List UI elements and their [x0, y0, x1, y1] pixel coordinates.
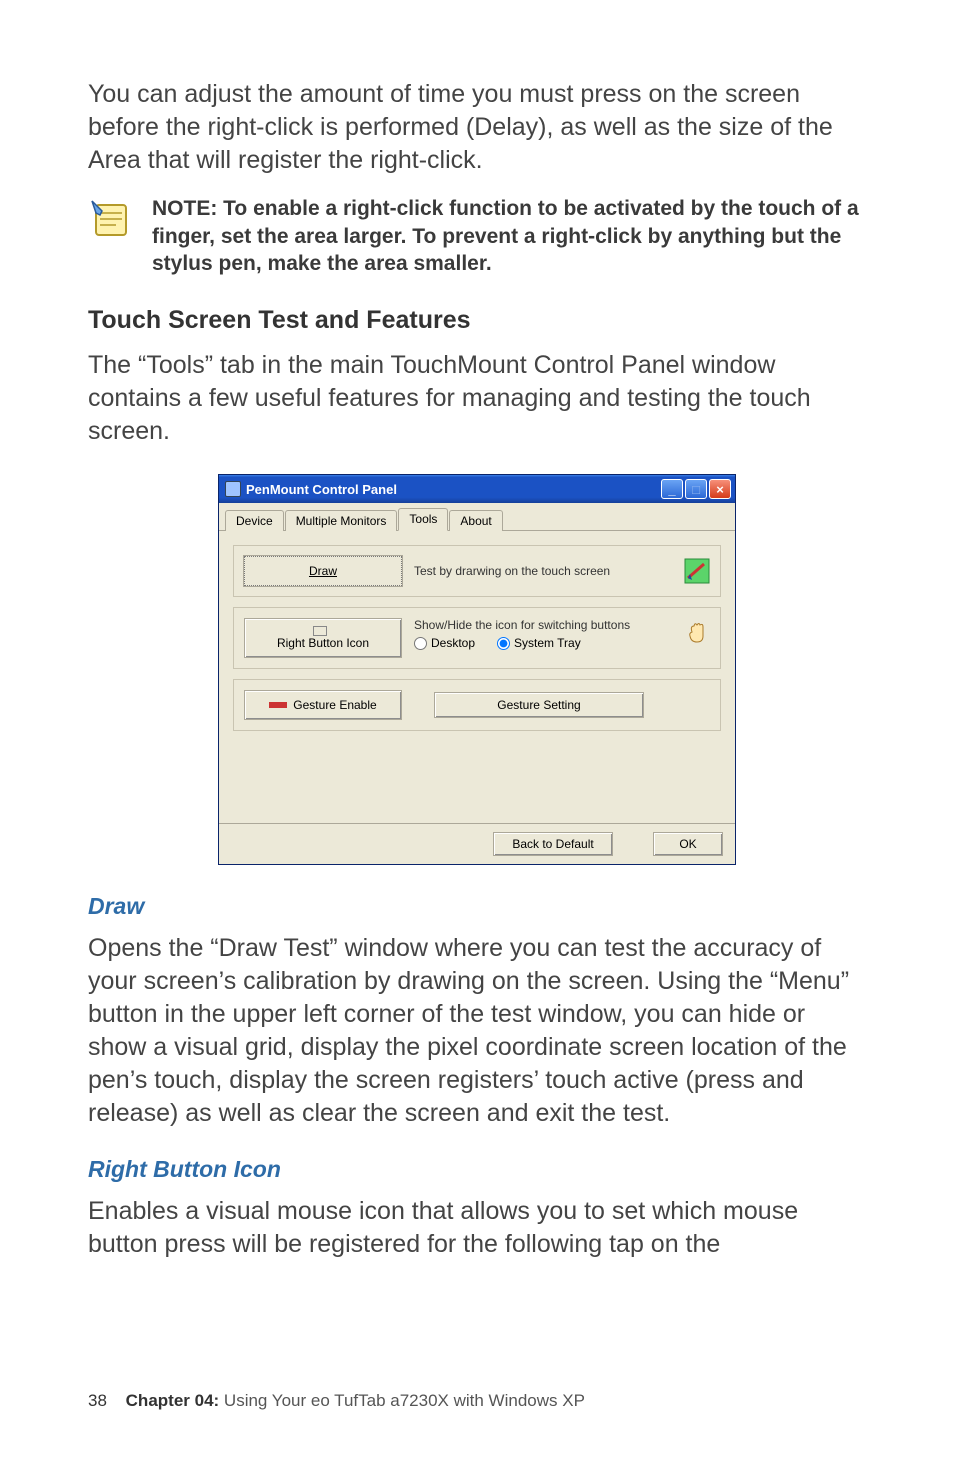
radio-system-tray[interactable]: System Tray: [497, 636, 581, 650]
page-footer: 38 Chapter 04: Using Your eo TufTab a723…: [88, 1391, 585, 1411]
note-text: NOTE: To enable a right-click function t…: [152, 195, 866, 278]
minimize-button[interactable]: _: [661, 479, 683, 499]
radio-desktop-input[interactable]: [414, 637, 427, 650]
rbi-paragraph: Enables a visual mouse icon that allows …: [88, 1195, 866, 1261]
tab-about[interactable]: About: [449, 510, 502, 531]
draw-button-label: Draw: [309, 564, 337, 578]
gesture-setting-button[interactable]: Gesture Setting: [434, 692, 644, 718]
gesture-enable-label: Gesture Enable: [293, 698, 376, 712]
back-to-default-button[interactable]: Back to Default: [493, 832, 613, 856]
gesture-row: Gesture Enable Gesture Setting: [233, 679, 721, 731]
window-footer: Back to Default OK: [219, 823, 735, 864]
note-block: NOTE: To enable a right-click function t…: [88, 195, 866, 278]
maximize-button: □: [685, 479, 707, 499]
radio-desktop[interactable]: Desktop: [414, 636, 475, 650]
draw-description: Test by drarwing on the touch screen: [414, 564, 672, 578]
draw-row: Draw Test by drarwing on the touch scree…: [233, 545, 721, 597]
window-title: PenMount Control Panel: [246, 482, 661, 497]
gesture-enable-button[interactable]: Gesture Enable: [244, 690, 402, 720]
titlebar: PenMount Control Panel _ □ ×: [219, 475, 735, 503]
radio-system-tray-label: System Tray: [514, 636, 581, 650]
window-mini-icon: [313, 626, 327, 636]
right-button-icon-label: Right Button Icon: [277, 636, 369, 650]
intro-paragraph: You can adjust the amount of time you mu…: [88, 78, 866, 177]
heading-right-button-icon: Right Button Icon: [88, 1156, 866, 1183]
heading-touch-screen-test: Touch Screen Test and Features: [88, 306, 866, 335]
app-icon: [225, 481, 241, 497]
tab-multiple-monitors[interactable]: Multiple Monitors: [285, 510, 398, 531]
ok-label: OK: [679, 837, 696, 851]
hand-icon: [684, 618, 710, 644]
right-button-icon-row: Right Button Icon Show/Hide the icon for…: [233, 607, 721, 669]
radio-system-tray-input[interactable]: [497, 637, 510, 650]
rbi-radio-group: Desktop System Tray: [414, 636, 672, 650]
panel-body: Draw Test by drarwing on the touch scree…: [219, 531, 735, 823]
tab-tools[interactable]: Tools: [398, 508, 448, 531]
note-icon: [88, 195, 142, 248]
tab-device[interactable]: Device: [225, 510, 284, 531]
ok-button[interactable]: OK: [653, 832, 723, 856]
touch-paragraph: The “Tools” tab in the main TouchMount C…: [88, 349, 866, 448]
close-button[interactable]: ×: [709, 479, 731, 499]
back-to-default-label: Back to Default: [512, 837, 593, 851]
draw-icon: [684, 558, 710, 584]
right-button-icon-button[interactable]: Right Button Icon: [244, 618, 402, 658]
gesture-setting-label: Gesture Setting: [497, 698, 580, 712]
draw-paragraph: Opens the “Draw Test” window where you c…: [88, 932, 866, 1130]
heading-draw: Draw: [88, 893, 866, 920]
penmount-window: PenMount Control Panel _ □ × Device Mult…: [218, 474, 736, 865]
gesture-red-icon: [269, 702, 287, 708]
chapter-rest: Using Your eo TufTab a7230X with Windows…: [219, 1391, 585, 1410]
page-number: 38: [88, 1391, 107, 1410]
spacer: [233, 741, 721, 813]
chapter-label: Chapter 04:: [126, 1391, 220, 1410]
draw-button[interactable]: Draw: [244, 556, 402, 586]
rbi-description: Show/Hide the icon for switching buttons: [414, 618, 672, 632]
radio-desktop-label: Desktop: [431, 636, 475, 650]
screenshot-container: PenMount Control Panel _ □ × Device Mult…: [88, 474, 866, 865]
tab-strip: Device Multiple Monitors Tools About: [219, 503, 735, 531]
